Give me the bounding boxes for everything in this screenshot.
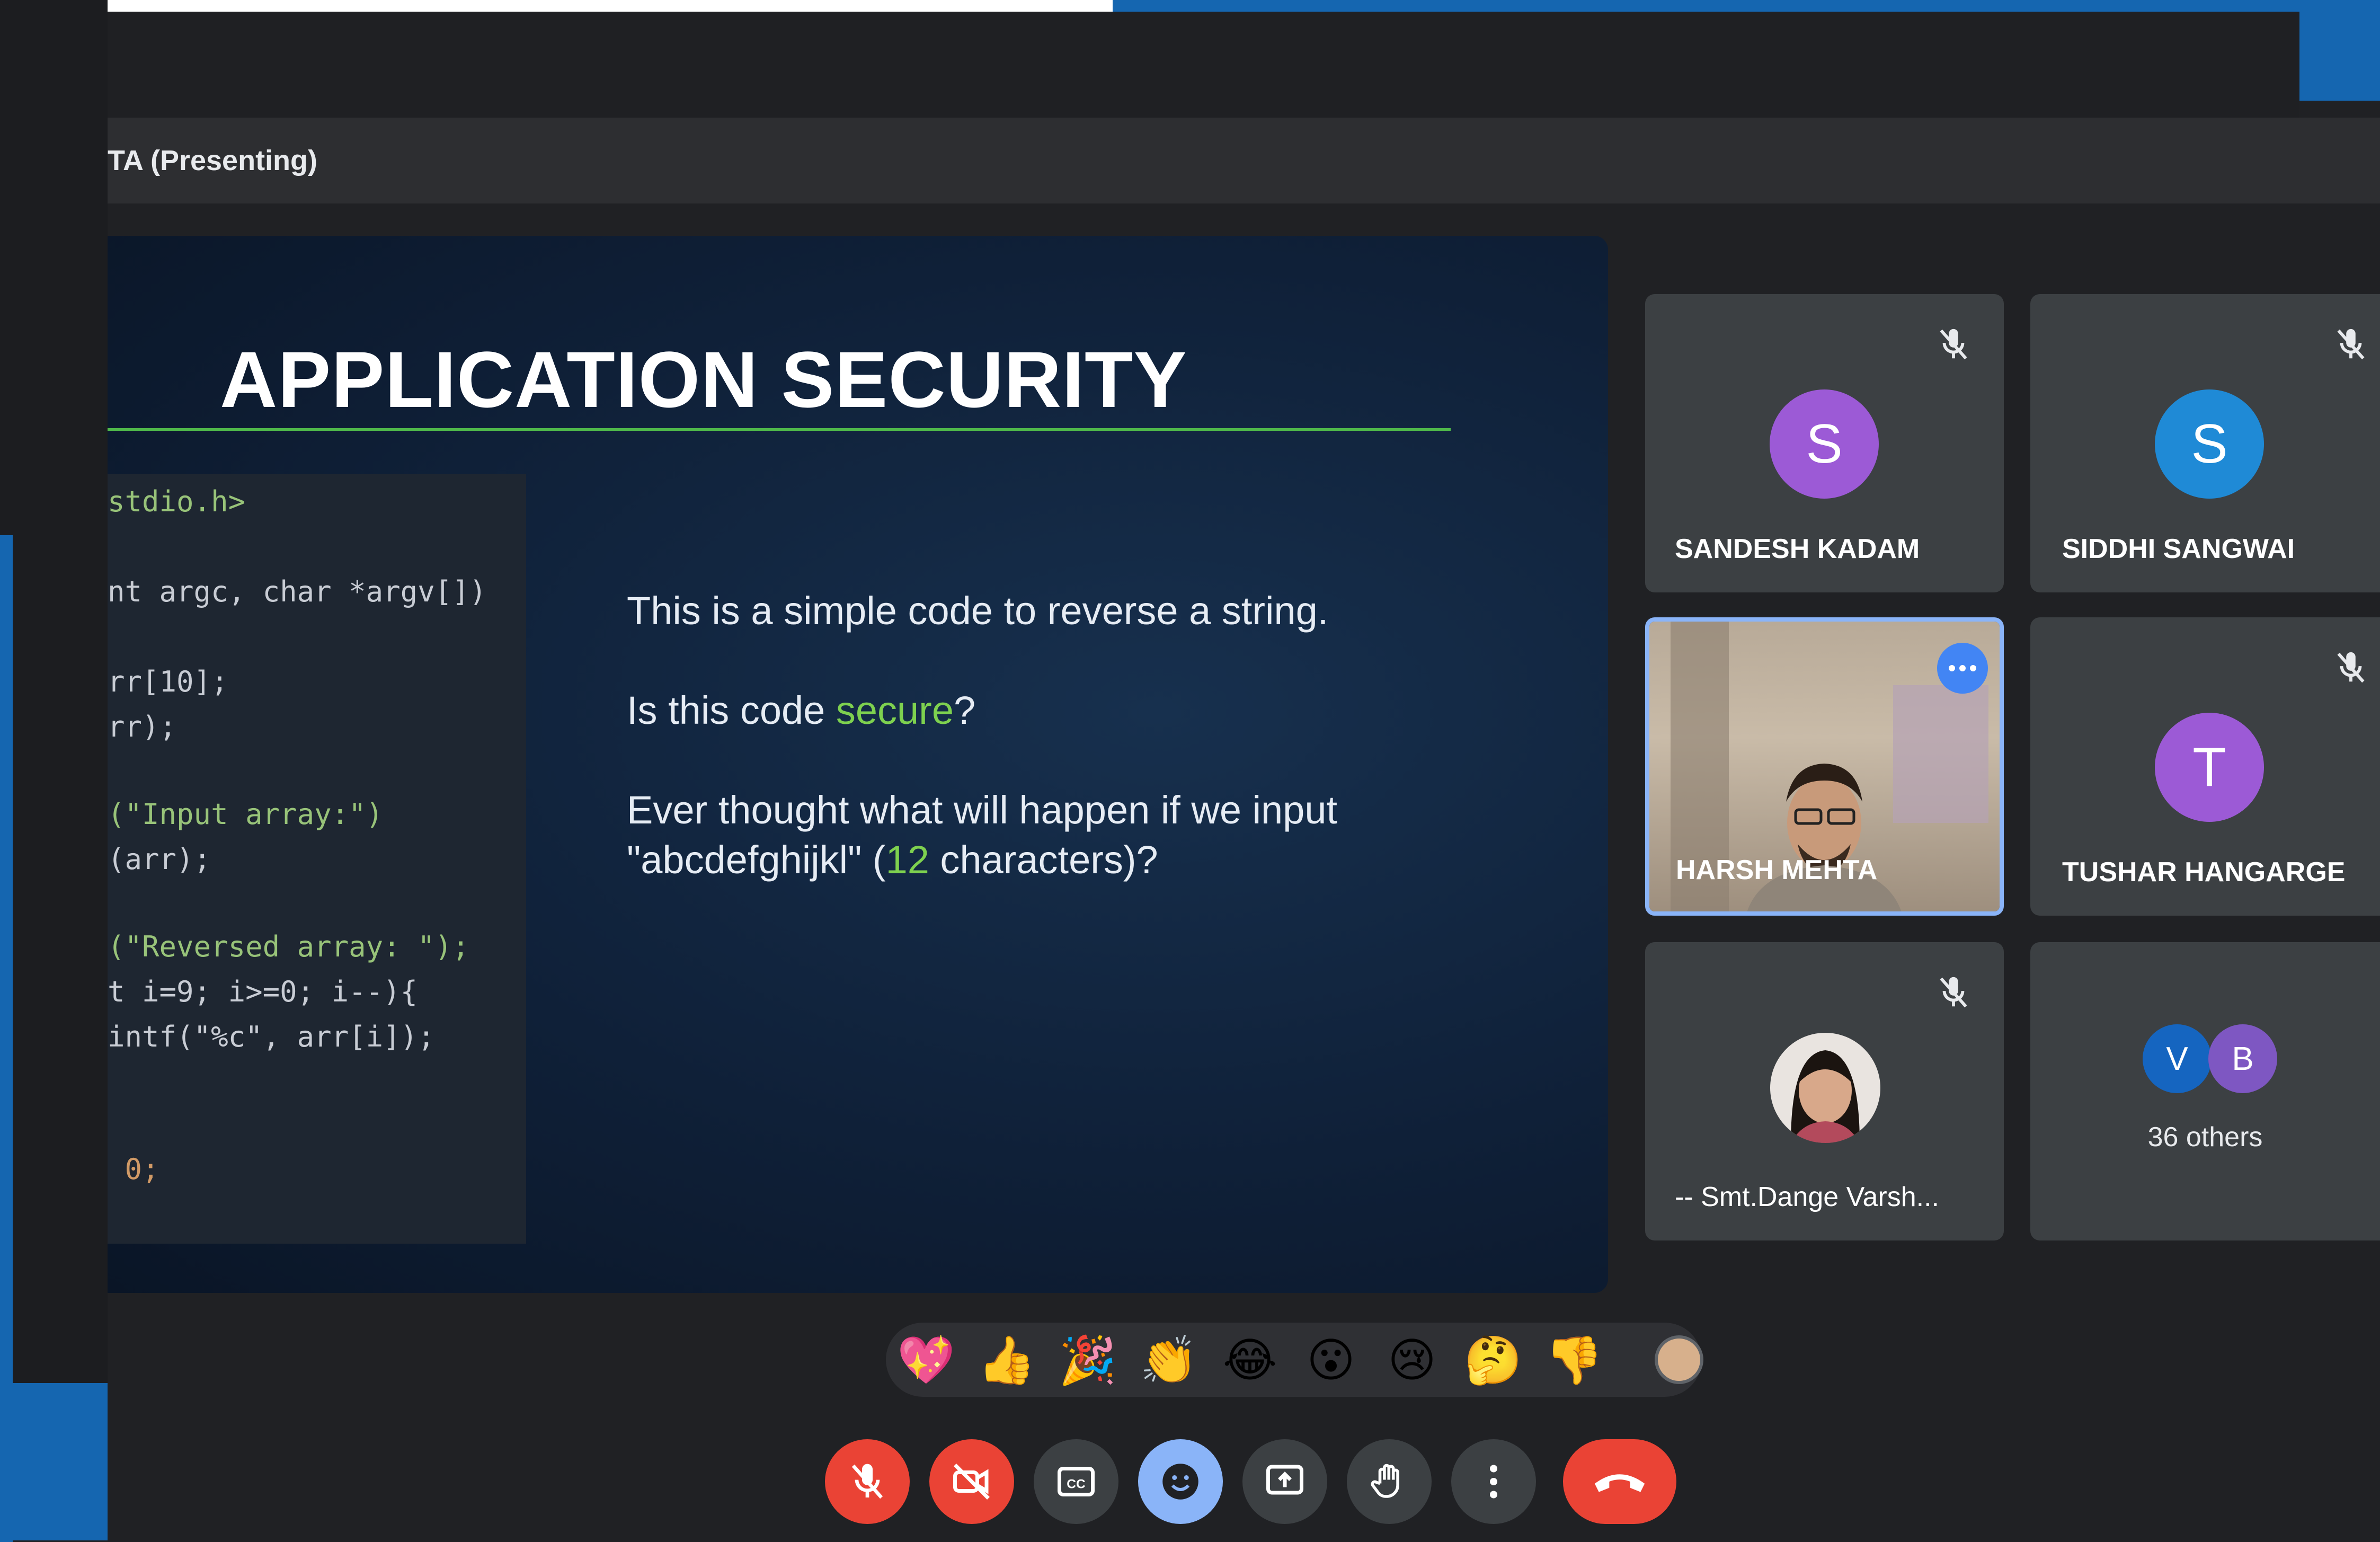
code-line: ("Input array:")	[108, 797, 384, 831]
frame-accent-top-right	[2299, 0, 2380, 101]
more-options-button[interactable]	[1451, 1439, 1536, 1524]
slide-text-line: "abcdefghijkl" (12 characters)?	[627, 838, 1158, 882]
leave-call-button[interactable]	[1563, 1439, 1676, 1524]
participant-name: -- Smt.Dange Varsh...	[1675, 1182, 1939, 1212]
smiley-icon	[1162, 1464, 1198, 1500]
raise-hand-button[interactable]	[1347, 1439, 1432, 1524]
mic-off-icon	[1940, 977, 1967, 1008]
mic-off-icon	[851, 1464, 883, 1499]
thinking-face-reaction-icon[interactable]: 🤔	[1461, 1329, 1525, 1392]
presentation-title-bar	[108, 118, 2380, 203]
participant-tile[interactable]: S SANDESH KADAM	[1645, 294, 2004, 592]
vertical-dots-icon	[1490, 1465, 1497, 1499]
raise-hand-icon	[1371, 1464, 1399, 1498]
presenting-title: TA (Presenting)	[108, 145, 318, 176]
crying-face-reaction-icon[interactable]: 😢	[1380, 1329, 1444, 1392]
others-count: 36 others	[2147, 1122, 2263, 1153]
slide-text-line: Is this code secure?	[627, 688, 976, 732]
skin-tone-selector[interactable]	[1655, 1335, 1703, 1384]
frame-accent-bottom-left	[0, 1383, 108, 1540]
slide-text-line: Ever thought what will happen if we inpu…	[627, 788, 1338, 832]
code-line: (arr);	[108, 843, 211, 876]
surprised-face-reaction-icon[interactable]: 😮	[1299, 1329, 1363, 1392]
participant-name: HARSH MEHTA	[1676, 855, 1878, 885]
camera-off-icon	[953, 1464, 990, 1500]
participant-tile[interactable]: T TUSHAR HANGARGE	[2030, 617, 2380, 916]
participant-tile[interactable]: -- Smt.Dange Varsh...	[1645, 942, 2004, 1240]
code-line: 0;	[108, 1153, 159, 1186]
captions-button[interactable]: CC	[1034, 1439, 1118, 1524]
slide-title: APPLICATION SECURITY	[220, 335, 1187, 424]
svg-text:CC: CC	[1067, 1477, 1086, 1491]
mic-toggle-button[interactable]	[825, 1439, 910, 1524]
party-popper-reaction-icon[interactable]: 🎉	[1056, 1329, 1120, 1392]
others-avatar: V	[2143, 1024, 2212, 1093]
participant-name: SIDDHI SANGWAI	[2062, 534, 2295, 564]
present-now-button[interactable]	[1242, 1439, 1327, 1524]
participant-photo-avatar	[1770, 1033, 1880, 1143]
code-line: nt argc, char *argv[])	[108, 575, 487, 608]
clapping-hands-reaction-icon[interactable]: 👏	[1137, 1329, 1201, 1392]
code-line: rr);	[108, 710, 177, 743]
camera-toggle-button[interactable]	[929, 1439, 1014, 1524]
participant-name: SANDESH KADAM	[1675, 534, 1920, 564]
thumbs-down-reaction-icon[interactable]: 👎	[1542, 1329, 1606, 1392]
mic-off-icon	[2337, 329, 2365, 360]
code-line: t i=9; i>=0; i--){	[108, 975, 418, 1008]
participant-avatar: S	[2155, 389, 2264, 499]
participant-avatar: S	[1770, 389, 1879, 499]
mic-off-icon	[2337, 652, 2365, 683]
participant-tile[interactable]: S SIDDHI SANGWAI	[2030, 294, 2380, 592]
frame-accent-top	[1113, 0, 2380, 12]
mic-off-icon	[1940, 329, 1967, 360]
others-tile[interactable]: V B 36 others	[2030, 942, 2380, 1240]
frame-top-border	[0, 0, 1113, 12]
more-options-icon[interactable]	[1937, 643, 1988, 694]
present-screen-icon	[1266, 1465, 1303, 1495]
code-line: stdio.h>	[108, 485, 246, 518]
slide-text-line: This is a simple code to reverse a strin…	[627, 589, 1329, 633]
code-line: rr[10];	[108, 665, 228, 698]
tears-of-joy-reaction-icon[interactable]: 😂	[1218, 1329, 1282, 1392]
participant-tile-active-speaker[interactable]: HARSH MEHTA	[1645, 617, 2004, 916]
thumbs-up-reaction-icon[interactable]: 👍	[975, 1329, 1038, 1392]
participant-name: TUSHAR HANGARGE	[2062, 857, 2346, 888]
code-line: intf("%c", arr[i]);	[108, 1020, 435, 1053]
code-line: ("Reversed array: ");	[108, 930, 469, 963]
captions-icon: CC	[1058, 1467, 1095, 1496]
hang-up-icon	[1594, 1474, 1645, 1492]
emoji-reactions-button[interactable]	[1138, 1439, 1223, 1524]
frame-left-panel	[0, 0, 108, 1540]
frame-top-strip	[13, 12, 2299, 118]
participant-avatar: T	[2155, 713, 2264, 822]
heart-reaction-icon[interactable]: 💖	[894, 1329, 958, 1392]
slide-title-underline	[108, 428, 1451, 431]
others-avatar: B	[2208, 1024, 2277, 1093]
